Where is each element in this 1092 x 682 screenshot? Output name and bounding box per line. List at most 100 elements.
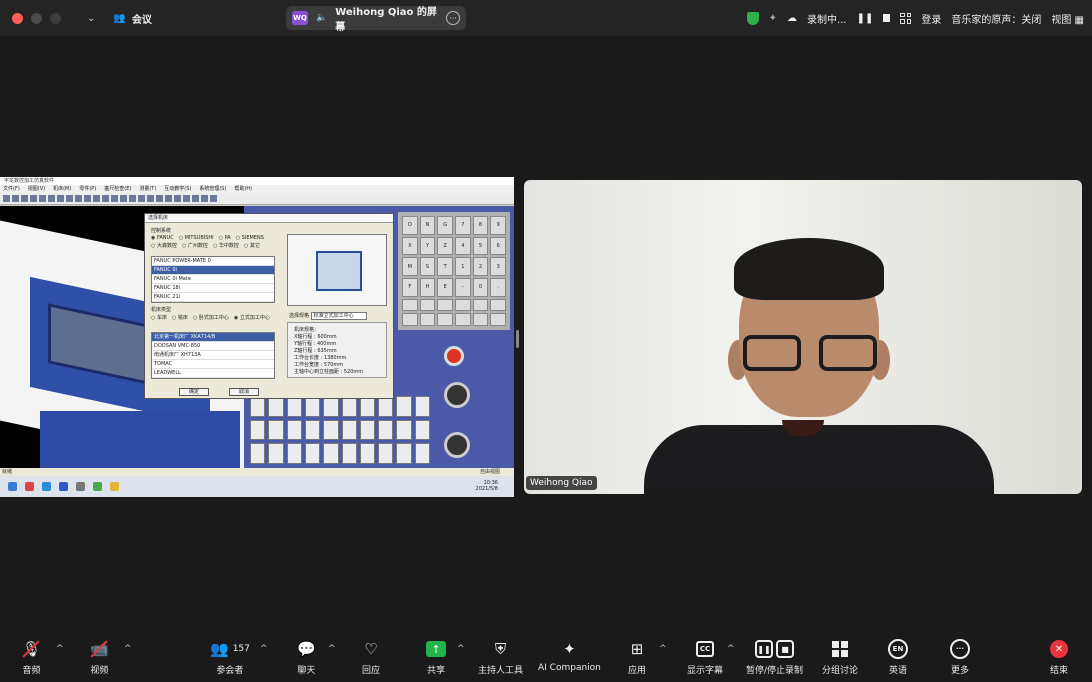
tool-icon[interactable] [12, 195, 19, 202]
list-item[interactable]: FANUC POWER-MATE 0 [152, 257, 274, 266]
key[interactable]: X [402, 236, 418, 256]
video-options-caret[interactable]: ^ [124, 644, 132, 654]
menu-item[interactable]: 视图(V) [28, 185, 45, 193]
share-options-icon[interactable]: ··· [446, 11, 460, 25]
menu-item[interactable]: 机床(M) [53, 185, 71, 193]
key[interactable] [378, 396, 394, 417]
key[interactable] [286, 443, 302, 464]
list-item[interactable]: 北京第一机床厂 XKA714/B [152, 333, 274, 342]
key[interactable] [490, 298, 506, 312]
share-button[interactable]: ↑ 共享 [426, 638, 446, 676]
video-button[interactable]: 📹 视频 [90, 638, 109, 676]
apps-options-caret[interactable]: ^ [659, 644, 667, 654]
audio-button[interactable]: 🎙 音频 [22, 638, 41, 676]
menu-item[interactable]: 零件(P) [79, 185, 96, 193]
key[interactable] [268, 419, 284, 441]
tool-icon[interactable] [138, 195, 145, 202]
ai-companion-button[interactable]: ✦ AI Companion [538, 638, 601, 673]
key[interactable] [414, 419, 430, 441]
participants-button[interactable]: 👥 157 参会者 [210, 638, 250, 676]
key[interactable] [250, 443, 266, 464]
fanuc-model-list[interactable]: FANUC POWER-MATE 0 FANUC 0i FANUC 0i Mat… [151, 256, 275, 303]
tool-icon[interactable] [201, 195, 208, 202]
key[interactable] [323, 419, 339, 441]
key[interactable] [437, 313, 453, 326]
key[interactable]: O [402, 216, 418, 235]
key[interactable]: N [419, 216, 436, 235]
pause-recording-icon[interactable]: ❚❚ [857, 13, 874, 24]
tool-icon[interactable] [57, 195, 64, 202]
key[interactable] [396, 443, 412, 464]
key[interactable] [341, 419, 357, 441]
key[interactable] [414, 396, 430, 417]
tool-icon[interactable] [111, 195, 118, 202]
spindle-speed-knob[interactable] [444, 432, 470, 458]
key[interactable]: 7 [455, 216, 471, 235]
key[interactable]: 2 [472, 257, 489, 276]
key[interactable]: T [437, 257, 453, 276]
end-meeting-button[interactable]: ✕ 结束 [1050, 638, 1068, 676]
key[interactable] [304, 396, 321, 417]
list-item[interactable]: DOOSAN VMC-850 [152, 342, 274, 351]
radio-option[interactable]: ○ 华中数控 [213, 242, 239, 249]
menu-item[interactable]: 塞尺检查(E) [104, 185, 131, 193]
tool-icon[interactable] [183, 195, 190, 202]
tool-icon[interactable] [66, 195, 73, 202]
spec-select[interactable]: 标准立式加工中心 [310, 312, 367, 320]
layout-grid-icon[interactable] [900, 12, 912, 24]
participants-options-caret[interactable]: ^ [260, 644, 268, 654]
tool-icon[interactable] [120, 195, 127, 202]
list-item[interactable]: FANUC 21i [152, 293, 274, 302]
machine-maker-list[interactable]: 北京第一机床厂 XKA714/B DOOSAN VMC-850 南通机床厂 XH… [151, 332, 275, 379]
key[interactable] [378, 419, 394, 441]
key[interactable] [414, 443, 430, 464]
list-item[interactable]: 南通机床厂 XH713A [152, 351, 274, 360]
view-menu-button[interactable]: 视图 ▦ [1051, 11, 1084, 26]
key[interactable] [359, 396, 376, 417]
share-options-caret[interactable]: ^ [457, 644, 465, 654]
radio-option[interactable]: ○ SIEMENS [236, 235, 264, 241]
key[interactable]: 1 [455, 257, 471, 276]
key[interactable]: - [455, 277, 471, 297]
key[interactable] [286, 419, 302, 441]
taskbar-app-icon[interactable] [42, 482, 51, 491]
key[interactable] [268, 396, 284, 417]
chat-options-caret[interactable]: ^ [328, 644, 336, 654]
tool-icon[interactable] [192, 195, 199, 202]
split-resize-handle[interactable] [516, 330, 519, 348]
tool-icon[interactable] [48, 195, 55, 202]
select-spec-field[interactable]: 选择规格 标准立式加工中心 [289, 312, 367, 320]
radio-option[interactable]: ○ 车床 [151, 314, 167, 321]
captions-options-caret[interactable]: ^ [727, 644, 735, 654]
key[interactable]: Z [437, 236, 453, 256]
key[interactable] [250, 396, 266, 417]
dialog-cancel-button[interactable]: 取消 [229, 388, 259, 396]
list-item[interactable]: TOMAC [152, 360, 274, 369]
key[interactable] [396, 419, 412, 441]
key[interactable] [419, 313, 436, 326]
menu-item[interactable]: 系统管理(S) [199, 185, 226, 193]
key[interactable]: 8 [472, 216, 489, 235]
list-item[interactable]: FANUC 0i [152, 266, 274, 275]
tool-icon[interactable] [39, 195, 46, 202]
taskbar-app-icon[interactable] [76, 482, 85, 491]
tool-icon[interactable] [102, 195, 109, 202]
shared-screen[interactable]: 宇龙数控加工仿真软件 文件(F) 视图(V) 机床(M) 零件(P) 塞尺检查(… [0, 177, 514, 497]
host-tools-button[interactable]: ⛨ 主持人工具 [478, 638, 523, 676]
key[interactable]: S [419, 257, 436, 276]
key[interactable] [472, 313, 489, 326]
tool-icon[interactable] [30, 195, 37, 202]
key[interactable] [490, 313, 506, 326]
tool-icon[interactable] [210, 195, 217, 202]
menu-item[interactable]: 互动教学(S) [164, 185, 191, 193]
key[interactable] [402, 298, 418, 312]
taskbar-app-icon[interactable] [25, 482, 34, 491]
security-shield-icon[interactable] [746, 11, 759, 25]
key[interactable] [396, 396, 412, 417]
key[interactable]: 9 [490, 216, 506, 235]
key[interactable]: M [402, 257, 418, 276]
menu-item[interactable]: 帮助(H) [234, 185, 252, 193]
tool-icon[interactable] [174, 195, 181, 202]
tool-icon[interactable] [165, 195, 172, 202]
list-item[interactable]: LEADWELL [152, 369, 274, 378]
